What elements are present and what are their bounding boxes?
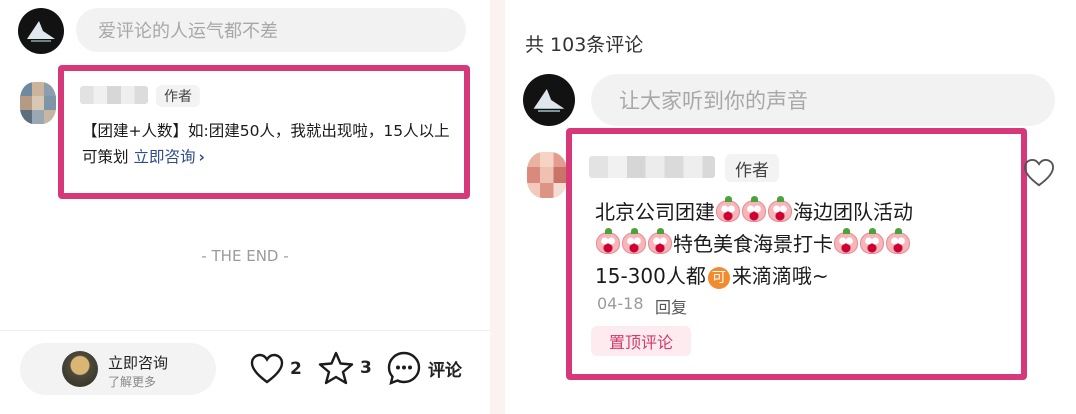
shark-logo-icon xyxy=(533,89,565,112)
comment-button[interactable]: 评论 xyxy=(386,350,462,386)
comment-bubble-icon xyxy=(387,351,421,385)
like-button[interactable]: 2 xyxy=(250,352,302,386)
bottom-divider xyxy=(0,330,490,331)
user-avatar[interactable] xyxy=(523,74,575,126)
comment-input-placeholder: 让大家听到你的声音 xyxy=(619,89,808,113)
commenter-avatar[interactable] xyxy=(20,82,56,124)
commenter-avatar[interactable] xyxy=(527,152,567,198)
highlight-box xyxy=(58,65,470,199)
favorite-button[interactable]: 3 xyxy=(318,350,372,386)
comment-input[interactable]: 让大家听到你的声音 xyxy=(591,74,1055,126)
right-comment-panel: 共 103条评论 让大家听到你的声音 作者 北京公司团建 海边团队活动 特色美食海… xyxy=(505,0,1076,414)
star-icon xyxy=(318,351,354,385)
end-label: - THE END - xyxy=(201,247,289,265)
consult-avatar xyxy=(62,351,98,387)
left-comment-panel: 爱评论的人运气都不差 作者 【团建+人数】如:团建50人，我就出现啦，15人以上… xyxy=(0,0,490,414)
consult-title: 立即咨询 xyxy=(108,354,169,372)
comment-label: 评论 xyxy=(428,360,462,381)
comment-count: 共 103条评论 xyxy=(525,34,644,56)
shark-logo-icon xyxy=(27,21,55,42)
comment-input[interactable]: 爱评论的人运气都不差 xyxy=(76,8,466,52)
highlight-box xyxy=(566,128,1027,380)
like-comment-button[interactable] xyxy=(1023,158,1055,188)
like-count: 2 xyxy=(290,359,302,379)
user-avatar[interactable] xyxy=(18,8,64,54)
consult-subtitle: 了解更多 xyxy=(108,375,157,389)
heart-icon xyxy=(1023,158,1055,187)
consult-button[interactable]: 立即咨询 了解更多 xyxy=(20,343,216,395)
comment-input-placeholder: 爱评论的人运气都不差 xyxy=(98,21,278,42)
heart-icon xyxy=(250,353,284,384)
star-count: 3 xyxy=(360,358,372,378)
